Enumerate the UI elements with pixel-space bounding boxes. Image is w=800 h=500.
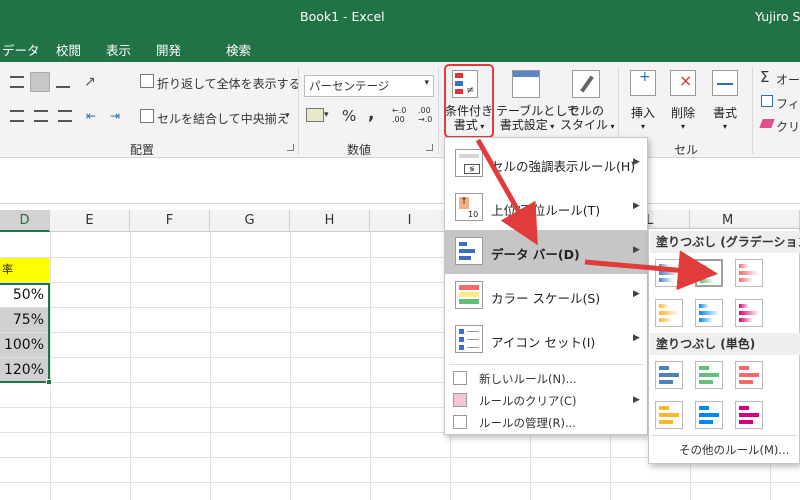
annotation-arrows xyxy=(475,138,718,291)
arrow-to-data-bars xyxy=(475,138,538,246)
arrow-to-green-option xyxy=(584,250,718,291)
